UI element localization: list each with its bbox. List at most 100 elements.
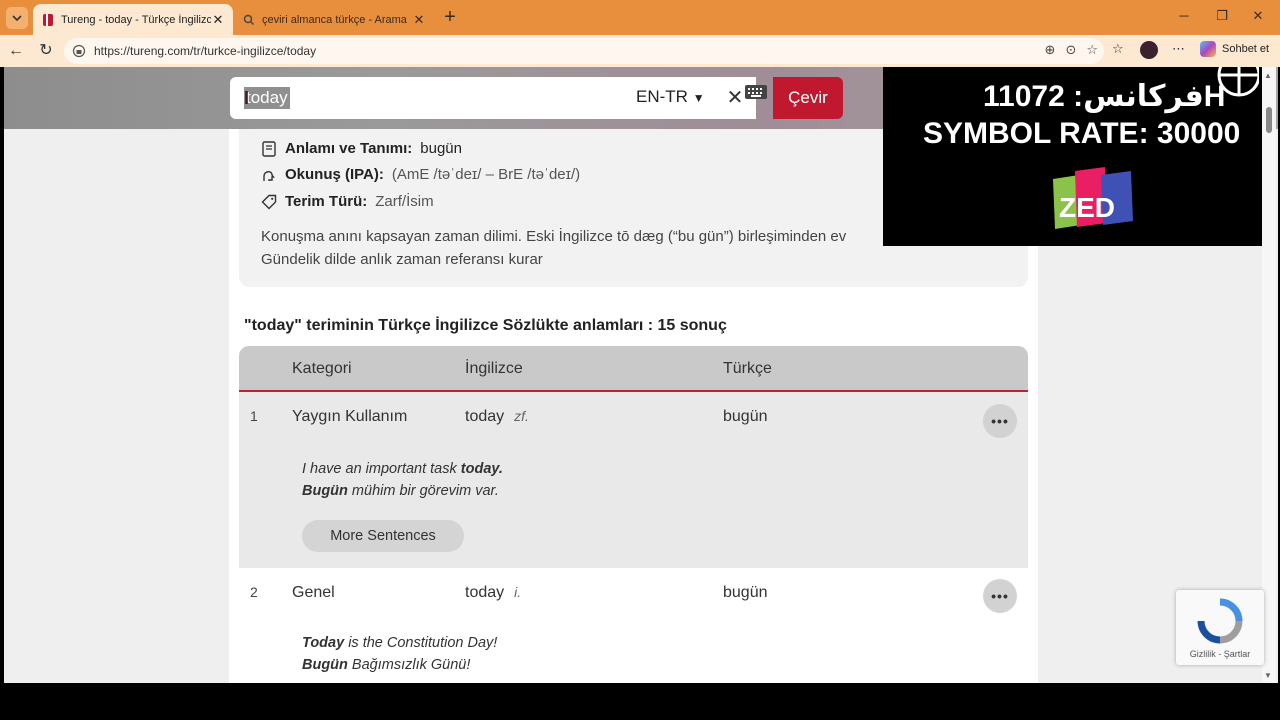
table-header: Kategori İngilizce Türkçe bbox=[239, 346, 1028, 392]
part-of-speech: i. bbox=[514, 584, 522, 600]
scrollbar[interactable]: ▲ ▼ bbox=[1262, 67, 1276, 683]
example-en-text: is the Constitution Day! bbox=[344, 635, 498, 651]
recaptcha-icon bbox=[1197, 598, 1243, 644]
site-info-icon[interactable] bbox=[72, 44, 86, 58]
example-sentence: I have an important task today. Bugün mü… bbox=[302, 458, 503, 502]
example-en-text: I have an important task bbox=[302, 461, 461, 477]
url-text: https://tureng.com/tr/turkce-ingilizce/t… bbox=[94, 44, 317, 58]
minimize-icon[interactable]: ─ bbox=[1174, 8, 1194, 23]
example-sentence: Today is the Constitution Day! Bugün Bağ… bbox=[302, 632, 497, 676]
description-line1: Konuşma anını kapsayan zaman dilimi. Esk… bbox=[261, 228, 847, 245]
results-title: "today" teriminin Türkçe İngilizce Sözlü… bbox=[244, 317, 727, 334]
results-table: Kategori İngilizce Türkçe 1 Yaygın Kulla… bbox=[239, 346, 1028, 683]
address-actions: ⊕ ⊙ ☆ bbox=[1045, 42, 1098, 58]
tag-icon bbox=[261, 194, 277, 209]
example-en-highlight: today. bbox=[460, 461, 503, 477]
row-turkish[interactable]: bugün bbox=[723, 584, 768, 602]
overlay-symbol-rate-text: SYMBOL RATE: 30000 bbox=[923, 117, 1241, 150]
recaptcha-label[interactable]: Gizlilik - Şartlar bbox=[1176, 649, 1264, 659]
new-tab-button[interactable]: + bbox=[440, 7, 460, 27]
zed-logo-text: ZED bbox=[1059, 192, 1115, 223]
tab-title: Tureng - today - Türkçe İngilizce S bbox=[61, 13, 211, 26]
refresh-icon[interactable]: ↻ bbox=[36, 41, 56, 61]
tureng-favicon-icon bbox=[41, 13, 55, 27]
keyboard-icon[interactable] bbox=[744, 81, 770, 107]
table-row: 1 Yaygın Kullanım today zf. bugün ••• I h… bbox=[239, 392, 1028, 568]
favorite-star-icon[interactable]: ☆ bbox=[1086, 42, 1098, 58]
text-cursor-icon: I bbox=[244, 88, 250, 108]
overlay-frequency-text: فركانس: 11072H bbox=[983, 80, 1226, 113]
example-tr-highlight: Bugün bbox=[302, 657, 348, 673]
description: Konuşma anını kapsayan zaman dilimi. Esk… bbox=[261, 225, 881, 271]
english-term[interactable]: today bbox=[465, 408, 504, 425]
translate-button[interactable]: Çevir bbox=[773, 77, 843, 119]
tab-bar: Tureng - today - Türkçe İngilizce S ✕ çe… bbox=[0, 0, 1280, 35]
header-english: İngilizce bbox=[465, 360, 523, 377]
part-of-speech: zf. bbox=[514, 408, 529, 424]
scroll-thumb[interactable] bbox=[1266, 107, 1272, 133]
copilot-label: Sohbet et bbox=[1222, 43, 1270, 55]
close-tab-icon[interactable]: ✕ bbox=[412, 12, 426, 28]
ipa-row: Okunuş (IPA): (AmE /təˈdeɪ/ – BrE /təˈde… bbox=[261, 166, 580, 183]
row-english: today i. bbox=[465, 584, 521, 602]
row-category: Yaygın Kullanım bbox=[292, 408, 408, 425]
zed-logo: ZED bbox=[1053, 167, 1133, 229]
example-tr-highlight: Bugün bbox=[302, 483, 348, 499]
caret-down-icon: ▼ bbox=[692, 91, 705, 105]
close-tab-icon[interactable]: ✕ bbox=[211, 12, 225, 28]
example-en-highlight: Today bbox=[302, 635, 345, 651]
scroll-up-icon[interactable]: ▲ bbox=[1264, 71, 1272, 80]
example-english: I have an important task today. bbox=[302, 458, 503, 480]
copilot-icon bbox=[1200, 41, 1216, 57]
zoom-icon[interactable]: ⊕ bbox=[1045, 42, 1056, 58]
row-category: Genel bbox=[292, 584, 335, 601]
close-window-icon[interactable]: ✕ bbox=[1248, 8, 1268, 24]
copilot-button[interactable]: Sohbet et bbox=[1200, 41, 1269, 57]
header-category: Kategori bbox=[292, 360, 352, 377]
tab-list-button[interactable] bbox=[6, 7, 28, 29]
more-menu-icon[interactable]: ⋯ bbox=[1172, 41, 1185, 57]
profile-avatar[interactable] bbox=[1140, 41, 1158, 62]
language-select[interactable]: EN-TR ▼ bbox=[636, 87, 705, 107]
favorites-icon[interactable]: ☆ bbox=[1112, 41, 1124, 57]
page-viewport: today I EN-TR ▼ ✕ Çevir Anlamı ve Tanımı… bbox=[4, 67, 1278, 683]
globe-icon bbox=[1217, 67, 1259, 97]
tab-title: çeviri almanca türkçe - Arama bbox=[262, 13, 407, 26]
search-icon bbox=[242, 13, 256, 27]
tab-search[interactable]: çeviri almanca türkçe - Arama ✕ bbox=[234, 4, 434, 35]
header-turkish: Türkçe bbox=[723, 360, 772, 377]
meaning-label: Anlamı ve Tanımı: bbox=[285, 140, 413, 157]
example-turkish: Bugün mühim bir görevim var. bbox=[302, 480, 503, 502]
english-term[interactable]: today bbox=[465, 584, 504, 601]
example-turkish: Bugün Bağımsızlık Günü! bbox=[302, 654, 497, 676]
row-number: 2 bbox=[250, 584, 258, 600]
video-overlay: فركانس: 11072H SYMBOL RATE: 30000 ZED bbox=[883, 67, 1264, 246]
speaker-head-icon bbox=[263, 170, 275, 181]
type-row: Terim Türü: Zarf/İsim bbox=[261, 193, 434, 210]
more-sentences-button[interactable]: More Sentences bbox=[302, 520, 464, 552]
book-icon bbox=[262, 140, 276, 157]
recaptcha-badge[interactable]: Gizlilik - Şartlar bbox=[1176, 590, 1264, 665]
row-turkish[interactable]: bugün bbox=[723, 408, 768, 426]
restore-icon[interactable]: ❐ bbox=[1212, 8, 1232, 24]
row-options-button[interactable]: ••• bbox=[983, 404, 1017, 438]
ipa-value: (AmE /təˈdeɪ/ – BrE /təˈdeɪ/) bbox=[391, 166, 581, 183]
row-options-button[interactable]: ••• bbox=[983, 579, 1017, 613]
type-label: Terim Türü: bbox=[285, 193, 368, 210]
back-arrow-icon[interactable]: ← bbox=[6, 41, 26, 61]
tab-tureng[interactable]: Tureng - today - Türkçe İngilizce S ✕ bbox=[33, 4, 233, 35]
table-row: 2 Genel today i. bugün ••• Today is the C… bbox=[239, 568, 1028, 683]
search-bar: today I EN-TR ▼ bbox=[230, 77, 714, 119]
read-aloud-icon[interactable]: ⊙ bbox=[1065, 42, 1076, 58]
meaning-row: Anlamı ve Tanımı: bugün bbox=[261, 140, 462, 157]
address-bar[interactable]: https://tureng.com/tr/turkce-ingilizce/t… bbox=[64, 38, 1104, 64]
chevron-down-icon bbox=[12, 15, 22, 22]
type-value: Zarf/İsim bbox=[375, 193, 434, 210]
example-tr-text: mühim bir görevim var. bbox=[347, 483, 499, 499]
language-value: EN-TR bbox=[636, 87, 688, 106]
scroll-down-icon[interactable]: ▼ bbox=[1264, 671, 1272, 680]
description-line2: Gündelik dilde anlık zaman referansı kur… bbox=[261, 251, 543, 268]
meaning-value: bugün bbox=[420, 140, 462, 157]
example-tr-text: Bağımsızlık Günü! bbox=[347, 657, 471, 673]
row-english: today zf. bbox=[465, 408, 529, 426]
